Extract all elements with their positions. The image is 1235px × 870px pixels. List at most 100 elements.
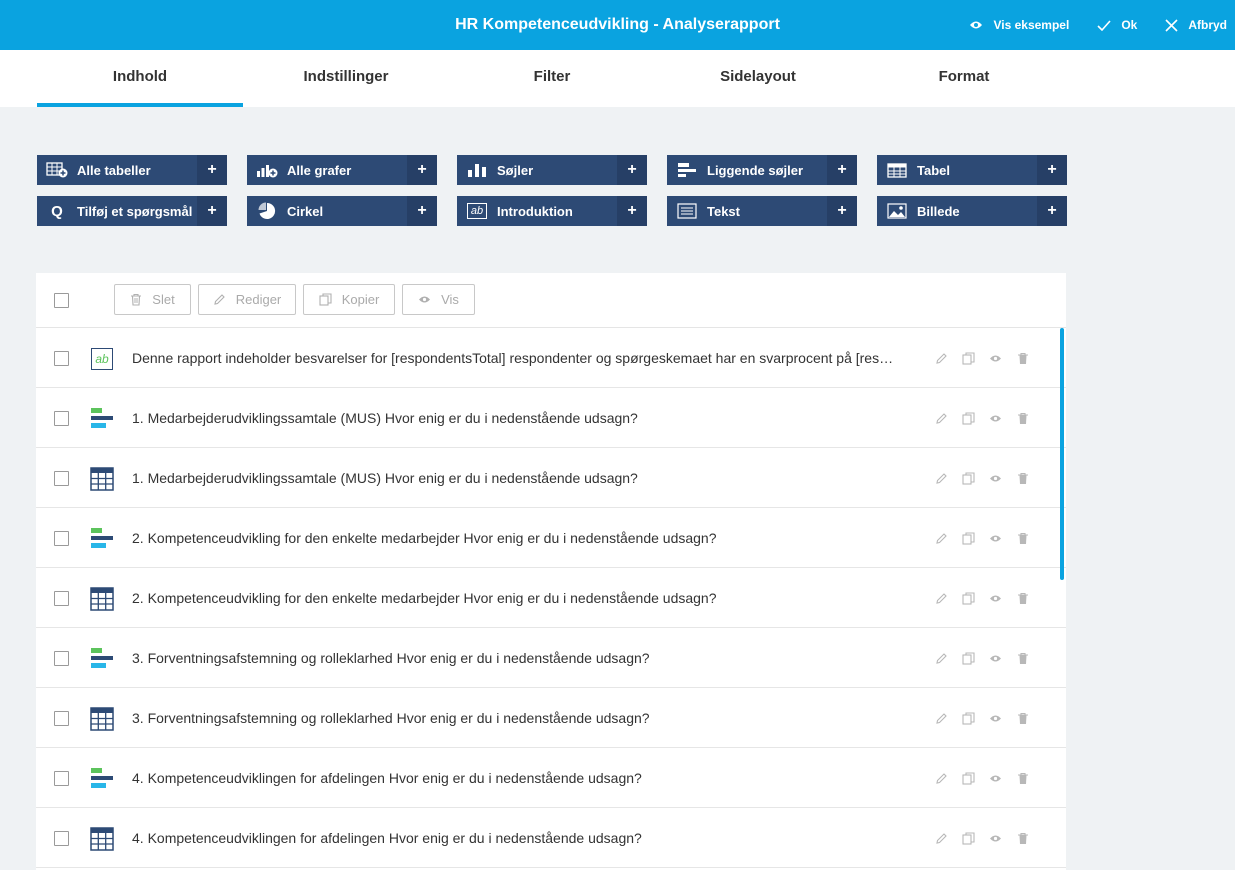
list-item[interactable]: 3. Forventningsafstemning og rolleklarhe…	[36, 688, 1066, 748]
tab-format[interactable]: Format	[861, 50, 1067, 107]
list-item[interactable]: 4. Kompetenceudviklingen for afdelingen …	[36, 808, 1066, 868]
trash-icon[interactable]	[1009, 710, 1036, 726]
row-checkbox[interactable]	[54, 531, 69, 546]
list-item[interactable]: 3. Forventningsafstemning og rolleklarhe…	[36, 628, 1066, 688]
add-all-tables-button[interactable]: Alle tabeller +	[37, 155, 227, 185]
pencil-icon	[214, 294, 225, 305]
row-checkbox[interactable]	[54, 591, 69, 606]
top-bar: HR Kompetenceudvikling - Analyserapport …	[0, 0, 1235, 50]
delete-button[interactable]: Slet	[114, 284, 191, 315]
list-item[interactable]: 1. Medarbejderudviklingssamtale (MUS) Hv…	[36, 448, 1066, 508]
row-actions	[928, 590, 1036, 606]
view-button[interactable]: Vis	[402, 284, 475, 315]
add-question-button[interactable]: Q Tilføj et spørgsmål +	[37, 196, 227, 226]
plus-icon: +	[407, 196, 437, 226]
plus-icon: +	[617, 196, 647, 226]
plus-icon: +	[197, 196, 227, 226]
trash-icon[interactable]	[1009, 590, 1036, 606]
list-item[interactable]: 1. Medarbejderudviklingssamtale (MUS) Hv…	[36, 388, 1066, 448]
add-all-charts-button[interactable]: Alle grafer +	[247, 155, 437, 185]
tab-filter[interactable]: Filter	[449, 50, 655, 107]
trash-icon[interactable]	[1009, 530, 1036, 546]
add-columns-label: Søjler	[497, 162, 534, 178]
eye-icon[interactable]	[982, 410, 1009, 426]
trash-icon[interactable]	[1009, 770, 1036, 786]
trash-icon[interactable]	[1009, 830, 1036, 846]
eye-icon[interactable]	[982, 650, 1009, 666]
eye-icon[interactable]	[982, 350, 1009, 366]
row-checkbox[interactable]	[54, 411, 69, 426]
pencil-icon[interactable]	[928, 710, 955, 726]
text-icon	[667, 196, 707, 226]
row-checkbox[interactable]	[54, 351, 69, 366]
eye-icon[interactable]	[982, 830, 1009, 846]
tab-indhold[interactable]: Indhold	[37, 50, 243, 107]
intro-glyph: ab	[467, 203, 487, 219]
header-actions: Vis eksempel Ok Afbryd	[941, 0, 1227, 50]
copy-icon[interactable]	[955, 530, 982, 546]
add-table-button[interactable]: Tabel +	[877, 155, 1067, 185]
eye-icon[interactable]	[982, 470, 1009, 486]
copy-icon[interactable]	[955, 830, 982, 846]
tab-indstillinger[interactable]: Indstillinger	[243, 50, 449, 107]
trash-icon[interactable]	[1009, 410, 1036, 426]
horizontal-bars-icon	[90, 767, 114, 791]
copy-icon[interactable]	[955, 470, 982, 486]
tab-bar: Indhold Indstillinger Filter Sidelayout …	[0, 50, 1235, 107]
ok-button[interactable]: Ok	[1097, 18, 1137, 32]
row-checkbox[interactable]	[54, 831, 69, 846]
preview-button[interactable]: Vis eksempel	[969, 18, 1069, 32]
copy-icon[interactable]	[955, 710, 982, 726]
edit-button[interactable]: Rediger	[198, 284, 296, 315]
select-all-checkbox[interactable]	[54, 293, 69, 308]
pencil-icon[interactable]	[928, 830, 955, 846]
row-checkbox[interactable]	[54, 471, 69, 486]
list-item[interactable]: ab Denne rapport indeholder besvarelser …	[36, 328, 1066, 388]
delete-label: Slet	[152, 292, 175, 307]
add-text-button[interactable]: Tekst +	[667, 196, 857, 226]
row-actions	[928, 710, 1036, 726]
eye-icon[interactable]	[982, 590, 1009, 606]
trash-icon	[131, 293, 142, 306]
trash-icon[interactable]	[1009, 470, 1036, 486]
scrollbar[interactable]	[1060, 328, 1064, 580]
pencil-icon[interactable]	[928, 590, 955, 606]
eye-icon[interactable]	[982, 710, 1009, 726]
pencil-icon[interactable]	[928, 530, 955, 546]
add-horizontal-bars-button[interactable]: Liggende søjler +	[667, 155, 857, 185]
cancel-button[interactable]: Afbryd	[1165, 18, 1227, 32]
list-item[interactable]: 2. Kompetenceudvikling for den enkelte m…	[36, 508, 1066, 568]
pencil-icon[interactable]	[928, 470, 955, 486]
plus-icon: +	[1037, 196, 1067, 226]
row-checkbox[interactable]	[54, 651, 69, 666]
pencil-icon[interactable]	[928, 650, 955, 666]
intro-glyph: ab	[91, 348, 113, 370]
copy-icon[interactable]	[955, 650, 982, 666]
copy-icon[interactable]	[955, 770, 982, 786]
table-icon	[90, 707, 114, 731]
eye-icon	[970, 21, 983, 29]
pencil-icon[interactable]	[928, 350, 955, 366]
eye-icon[interactable]	[982, 770, 1009, 786]
copy-icon	[319, 293, 332, 306]
list-item[interactable]: 4. Kompetenceudviklingen for afdelingen …	[36, 748, 1066, 808]
copy-icon[interactable]	[955, 350, 982, 366]
row-checkbox[interactable]	[54, 771, 69, 786]
row-checkbox[interactable]	[54, 711, 69, 726]
pencil-icon[interactable]	[928, 410, 955, 426]
list-item[interactable]: 2. Kompetenceudvikling for den enkelte m…	[36, 568, 1066, 628]
row-title: 1. Medarbejderudviklingssamtale (MUS) Hv…	[132, 470, 638, 486]
copy-icon[interactable]	[955, 410, 982, 426]
add-introduction-button[interactable]: ab Introduktion +	[457, 196, 647, 226]
add-image-button[interactable]: Billede +	[877, 196, 1067, 226]
add-columns-button[interactable]: Søjler +	[457, 155, 647, 185]
trash-icon[interactable]	[1009, 650, 1036, 666]
add-pie-button[interactable]: Cirkel +	[247, 196, 437, 226]
copy-icon[interactable]	[955, 590, 982, 606]
copy-button[interactable]: Kopier	[303, 284, 395, 315]
pencil-icon[interactable]	[928, 770, 955, 786]
trash-icon[interactable]	[1009, 350, 1036, 366]
eye-icon[interactable]	[982, 530, 1009, 546]
tab-sidelayout[interactable]: Sidelayout	[655, 50, 861, 107]
table-icon	[90, 467, 114, 491]
